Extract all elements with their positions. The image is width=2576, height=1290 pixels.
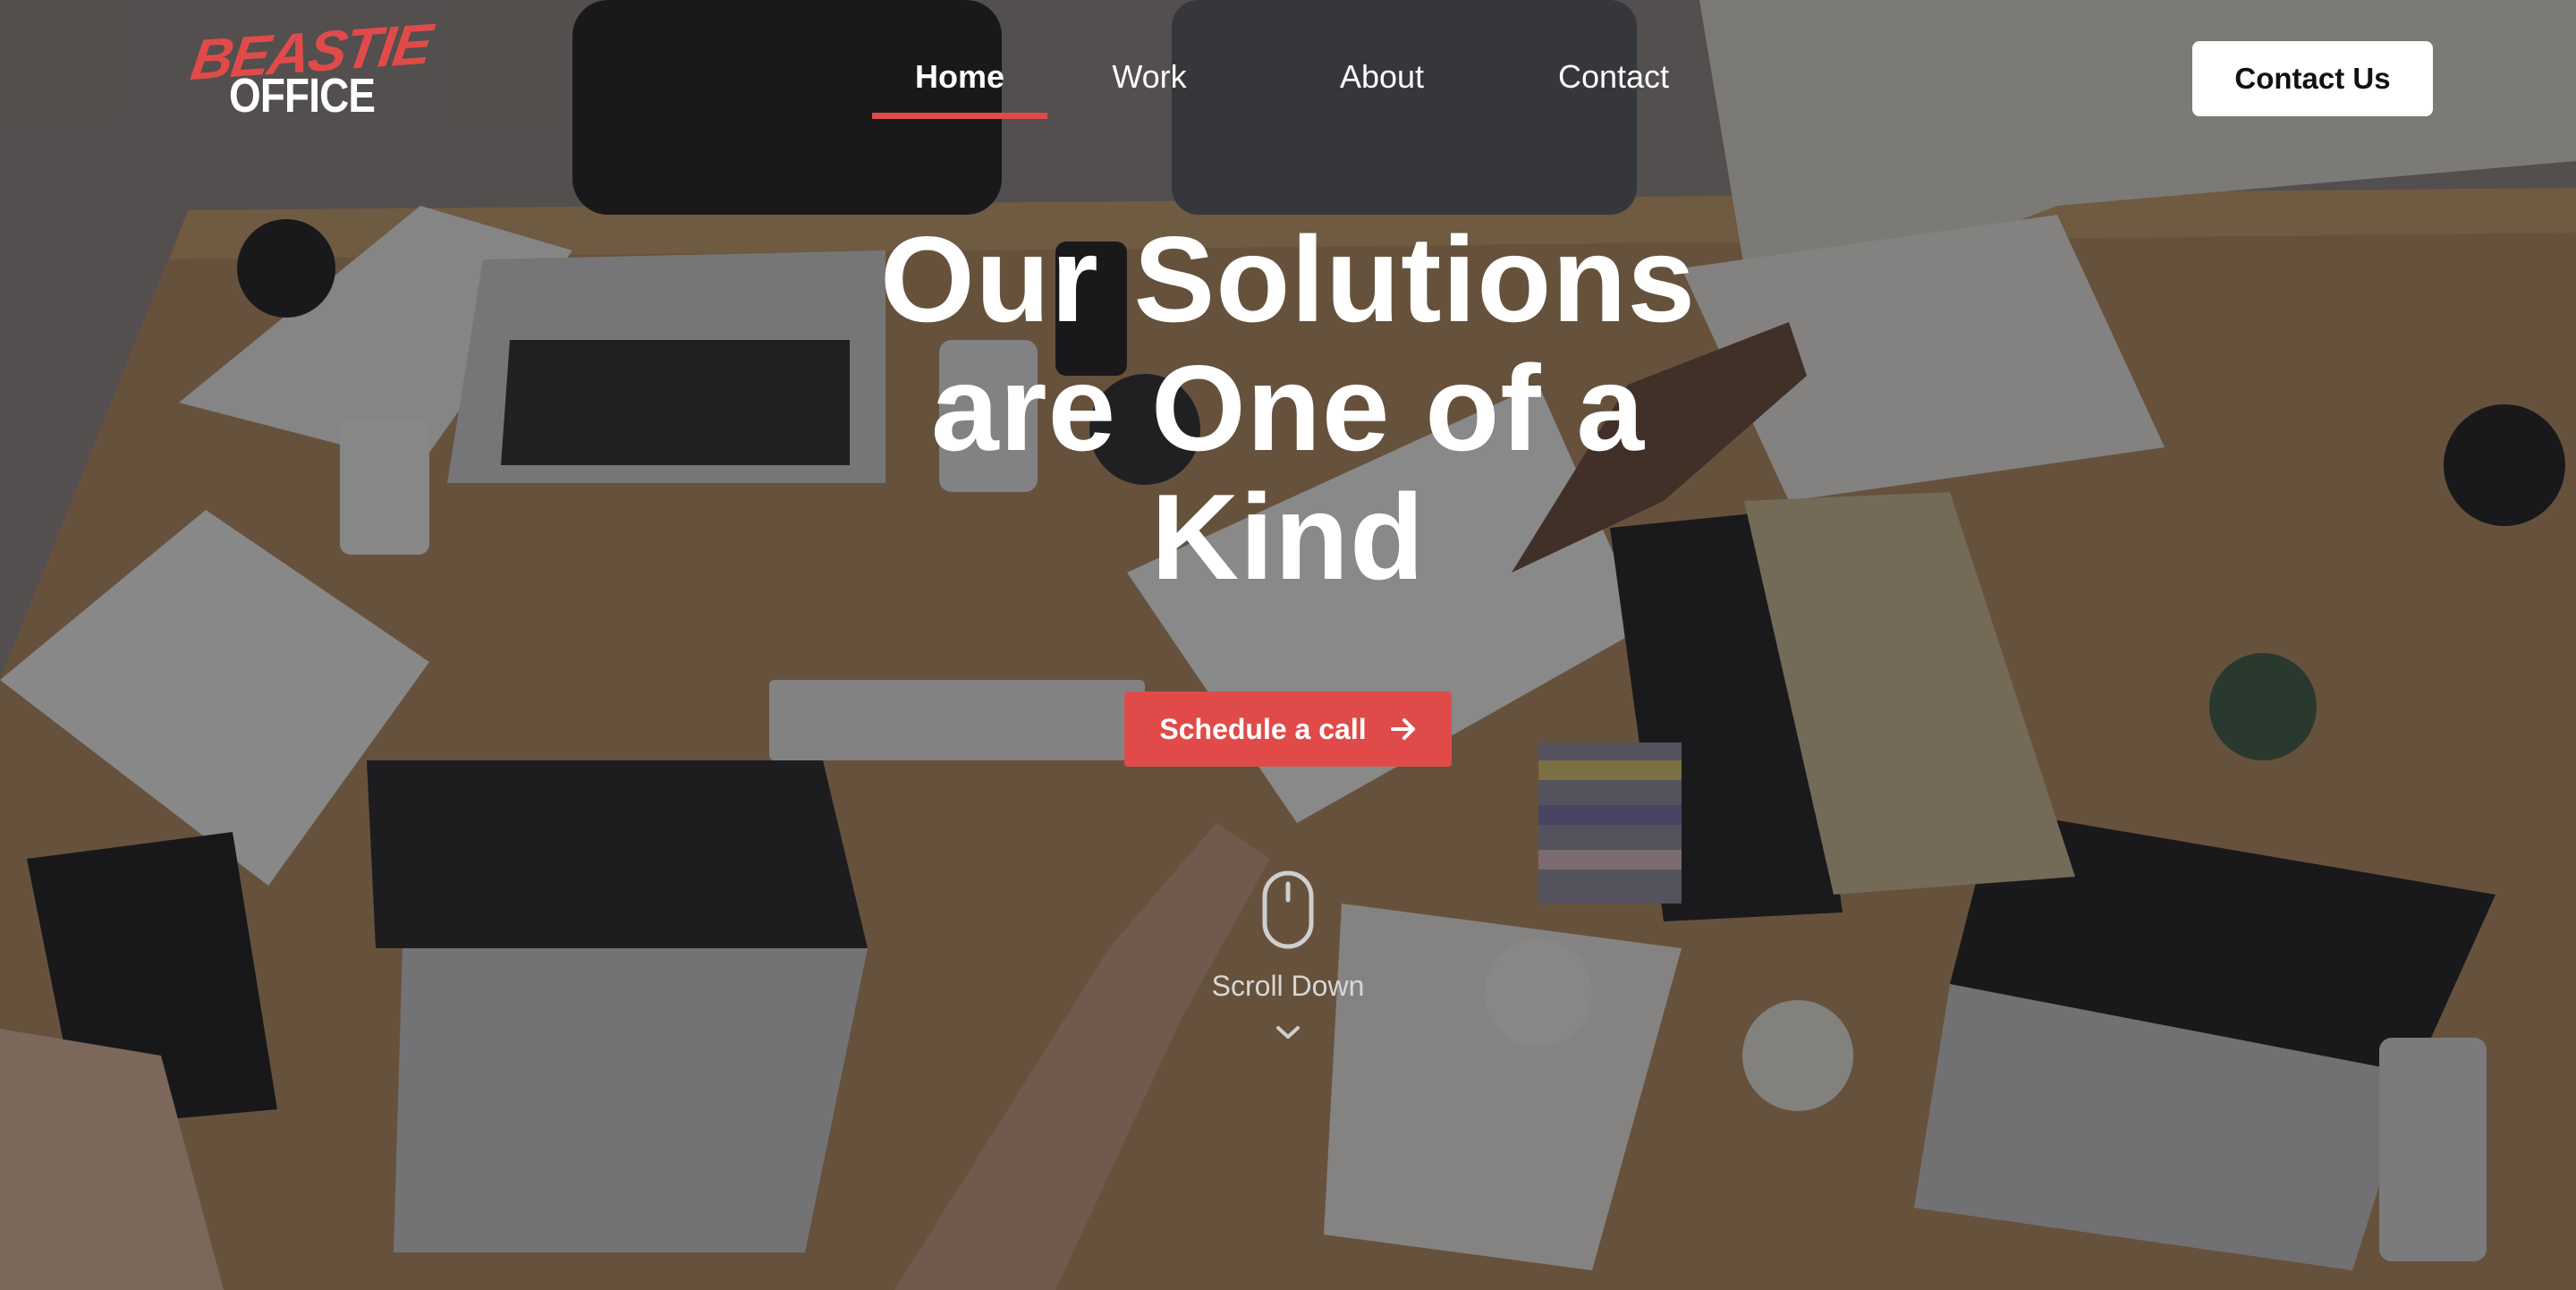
- nav-item-work[interactable]: Work: [1109, 50, 1190, 104]
- main-nav: Home Work About Contact: [872, 50, 1695, 122]
- hero-section: BEASTIE OFFICE Home Work About Contact C…: [0, 0, 2576, 1290]
- schedule-call-button[interactable]: Schedule a call: [1124, 692, 1452, 767]
- scroll-down-label: Scroll Down: [1211, 970, 1365, 1002]
- contact-us-button[interactable]: Contact Us: [2192, 41, 2433, 116]
- chevron-down-icon: [1276, 1026, 1300, 1039]
- brand-logo[interactable]: BEASTIE OFFICE: [187, 12, 435, 123]
- arrow-right-icon: [1390, 718, 1415, 740]
- hero-title: Our Solutions are One of a Kind: [879, 211, 1697, 605]
- nav-item-contact[interactable]: Contact: [1550, 50, 1677, 104]
- logo-wordmark-bottom: OFFICE: [229, 69, 376, 123]
- mouse-icon: [1262, 870, 1314, 949]
- nav-active-indicator: [872, 113, 1047, 119]
- nav-item-home[interactable]: Home: [872, 50, 1047, 104]
- nav-item-about[interactable]: About: [1333, 50, 1431, 104]
- hero-dark-overlay: [0, 0, 2576, 1290]
- scroll-down-indicator[interactable]: Scroll Down: [1154, 870, 1422, 1084]
- schedule-call-label: Schedule a call: [1159, 712, 1367, 745]
